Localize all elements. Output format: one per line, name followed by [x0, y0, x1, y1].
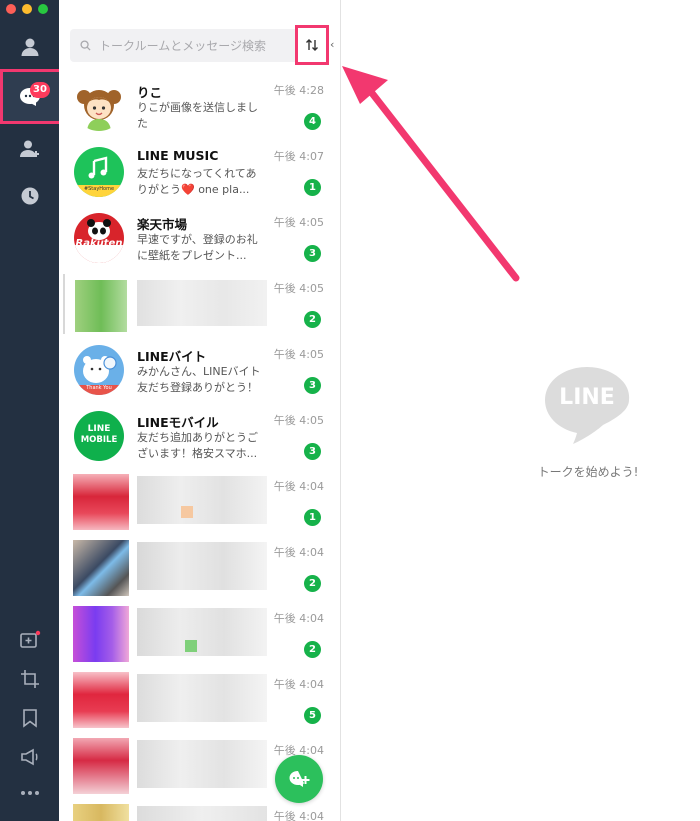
- add-friend-icon[interactable]: [0, 137, 59, 161]
- chat-row-blurred[interactable]: 午後 4:05 2: [59, 268, 340, 334]
- avatar: #StayHome: [74, 147, 124, 197]
- rakuten-logo: Rakuten: [75, 238, 123, 249]
- sort-button[interactable]: [295, 25, 329, 65]
- pixelated-avatar: [73, 738, 129, 794]
- chat-time: 午後 4:04: [273, 480, 324, 493]
- chat-row-blurred[interactable]: 午後 4:04 2: [59, 598, 340, 664]
- chat-time: 午後 4:04: [273, 612, 324, 625]
- avatar: [74, 81, 124, 131]
- chat-time: 午後 4:04: [273, 678, 324, 691]
- avatar-label: Thank You: [86, 385, 112, 391]
- chat-time: 午後 4:04: [273, 810, 324, 821]
- unread-badge: 3: [304, 443, 321, 460]
- chat-time: 午後 4:04: [273, 546, 324, 559]
- chat-name: LINEバイト: [137, 349, 207, 364]
- chat-time: 午後 4:28: [273, 84, 324, 97]
- pixelated-avatar: [73, 804, 129, 821]
- video-call-icon[interactable]: [0, 628, 59, 652]
- unread-badge: 2: [304, 641, 321, 658]
- chat-row-blurred[interactable]: 午後 4:04 5: [59, 664, 340, 730]
- pixelated-text: [137, 674, 267, 722]
- line-logo: LINE: [543, 363, 631, 449]
- unread-badge: 2: [304, 575, 321, 592]
- chat-preview: りこが画像を送信しました: [137, 101, 258, 130]
- pixelated-avatar: [73, 474, 129, 530]
- crop-icon[interactable]: [0, 667, 59, 691]
- search-input[interactable]: トークルームとメッセージ検索: [99, 37, 266, 54]
- pixelated-avatar: [73, 672, 129, 728]
- more-icon[interactable]: [0, 783, 59, 803]
- chat-name: りこ: [137, 85, 163, 100]
- start-talk-message: トークを始めよう!: [537, 465, 639, 479]
- chat-row-riko[interactable]: りこ りこが画像を送信しました 午後 4:28 4: [59, 70, 340, 136]
- pixelated-text: [137, 476, 267, 524]
- timeline-icon[interactable]: [0, 184, 59, 208]
- zoom-window-button[interactable]: [38, 4, 48, 14]
- search-box[interactable]: トークルームとメッセージ検索: [70, 29, 326, 62]
- row-divider: [63, 274, 65, 334]
- avatar-label: #StayHome: [83, 186, 115, 192]
- pixelated-avatar: [75, 280, 127, 332]
- chat-row-blurred[interactable]: 午後 4:04 2: [59, 532, 340, 598]
- chat-preview: 友だちになってくれてありがとう❤️ one pla...: [137, 167, 257, 196]
- unread-badge: 2: [304, 311, 321, 328]
- chat-time: 午後 4:05: [273, 216, 324, 229]
- pixelated-avatar: [73, 540, 129, 596]
- pixelated-text: [181, 506, 193, 518]
- chat-time: 午後 4:05: [273, 348, 324, 361]
- minimize-window-button[interactable]: [22, 4, 32, 14]
- chat-time: 午後 4:05: [273, 282, 324, 295]
- pixelated-text: [137, 806, 267, 821]
- chat-row-line-mobile[interactable]: LINE MOBILE LINEモバイル 友だち追加ありがとうございます！格安ス…: [59, 400, 340, 466]
- close-window-button[interactable]: [6, 4, 16, 14]
- unread-badge: 5: [304, 707, 321, 724]
- avatar: LINE MOBILE: [74, 411, 124, 461]
- keep-icon[interactable]: [0, 706, 59, 730]
- new-chat-button[interactable]: [275, 755, 323, 803]
- chat-preview: 早速ですが、登録のお礼に壁紙をプレゼント...: [137, 233, 258, 262]
- announcement-icon[interactable]: [0, 745, 59, 769]
- pixelated-text: [185, 640, 197, 652]
- collapse-panel-button[interactable]: ‹: [330, 38, 334, 51]
- unread-badge: 1: [304, 509, 321, 526]
- line-mobile-logo-bottom: MOBILE: [80, 435, 118, 445]
- chat-name: 楽天市場: [137, 217, 188, 232]
- pixelated-text: [137, 280, 267, 326]
- pixelated-text: [137, 542, 267, 590]
- new-chat-icon: [289, 771, 310, 787]
- line-mobile-logo-top: LINE: [87, 424, 111, 434]
- chat-row-rakuten[interactable]: Rakuten 楽天市場 早速ですが、登録のお礼に壁紙をプレゼント... 午後 …: [59, 202, 340, 268]
- chat-list-panel: トークルームとメッセージ検索 ‹ りこ りこが画像を送信しました 午後 4:28…: [59, 0, 341, 821]
- unread-badge: 3: [304, 245, 321, 262]
- pixelated-text: [137, 608, 267, 656]
- chat-time: 午後 4:07: [273, 150, 324, 163]
- chat-row-line-baito[interactable]: Thank You LINEバイト みかんさん、LINEバイト友だち登録ありがと…: [59, 334, 340, 400]
- chat-name: LINE MUSIC: [137, 148, 219, 163]
- chat-preview: みかんさん、LINEバイト友だち登録ありがとう！: [137, 365, 261, 394]
- chat-row-blurred[interactable]: 午後 4:04 1: [59, 466, 340, 532]
- unread-badge: 1: [304, 179, 321, 196]
- chat-name: LINEモバイル: [137, 415, 219, 430]
- line-logo-text: LINE: [559, 385, 615, 410]
- sidebar-nav: 30: [0, 0, 62, 821]
- chat-time: 午後 4:05: [273, 414, 324, 427]
- friends-icon[interactable]: [0, 34, 59, 60]
- unread-count-badge: 30: [30, 82, 50, 98]
- avatar: Rakuten: [74, 213, 124, 263]
- chat-row-line-music[interactable]: #StayHome LINE MUSIC 友だちになってくれてありがとう❤️ o…: [59, 136, 340, 202]
- unread-badge: 3: [304, 377, 321, 394]
- pixelated-avatar: [73, 606, 129, 662]
- search-icon: [80, 40, 91, 51]
- sort-icon: [306, 39, 318, 51]
- avatar: Thank You: [74, 345, 124, 395]
- unread-badge: 4: [304, 113, 321, 130]
- pixelated-text: [137, 740, 267, 788]
- chat-preview: 友だち追加ありがとうございます！格安スマホ...: [137, 431, 258, 460]
